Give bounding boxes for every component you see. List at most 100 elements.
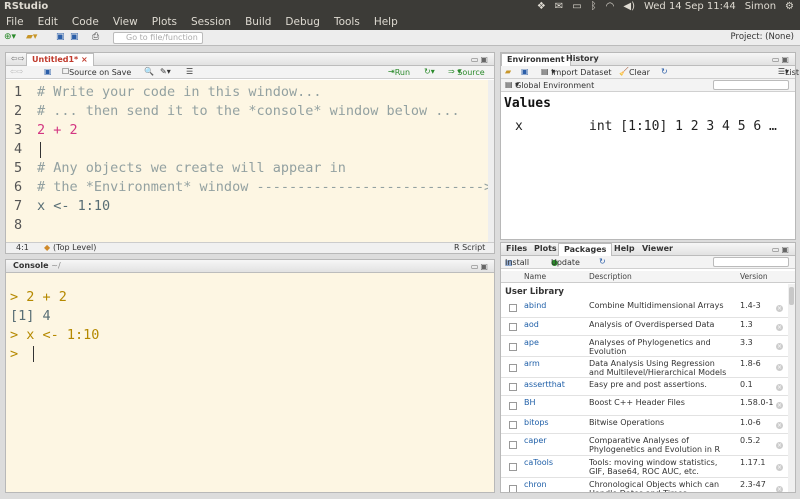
clear-button[interactable]: 🧹 Clear	[619, 67, 650, 77]
new-file-icon[interactable]: ⊕▾	[4, 32, 16, 44]
package-checkbox[interactable]	[509, 402, 517, 410]
wand-icon[interactable]: ✎▾	[160, 67, 171, 76]
remove-package-icon[interactable]: ×	[776, 442, 783, 449]
pane-window-buttons[interactable]: ▭▣	[471, 55, 490, 64]
open-file-icon[interactable]: ▰▾	[26, 32, 37, 44]
col-version[interactable]: Version	[740, 272, 768, 281]
clock[interactable]: Wed 14 Sep 11:44	[644, 1, 736, 12]
package-checkbox[interactable]	[509, 343, 517, 351]
code-editor[interactable]: 1 # Write your code in this window... 2 …	[6, 80, 492, 242]
menu-help[interactable]: Help	[374, 15, 398, 30]
package-checkbox[interactable]	[509, 383, 517, 391]
package-checkbox[interactable]	[509, 485, 517, 492]
package-name[interactable]: caTools	[524, 458, 553, 467]
rerun-icon[interactable]: ↻▾	[424, 67, 435, 76]
menu-session[interactable]: Session	[191, 15, 231, 30]
source-button[interactable]: ⇒ Source ▾	[448, 67, 485, 77]
gear-icon[interactable]: ⚙	[785, 1, 794, 12]
pane-window-buttons[interactable]: ▭▣	[772, 55, 791, 64]
package-name[interactable]: ape	[524, 338, 539, 347]
package-name[interactable]: caper	[524, 436, 547, 445]
pane-window-buttons[interactable]: ▭▣	[772, 245, 791, 254]
mail-icon[interactable]: ✉	[555, 1, 563, 12]
console-output[interactable]: > 2 + 2 [1] 4 > x <- 1:10 >	[6, 273, 494, 492]
tab-plots[interactable]: Plots	[529, 243, 562, 256]
remove-package-icon[interactable]: ×	[776, 324, 783, 331]
file-type-selector[interactable]: R Script	[454, 243, 485, 252]
tab-files[interactable]: Files	[501, 243, 532, 256]
scope-selector[interactable]: (Top Level)	[53, 243, 96, 252]
tab-packages[interactable]: Packages	[558, 243, 613, 256]
save-workspace-icon[interactable]: ▣	[521, 67, 529, 76]
menu-file[interactable]: File	[6, 15, 24, 30]
code-line[interactable]: # Write your code in this window...	[37, 84, 321, 100]
package-name[interactable]: aod	[524, 320, 539, 329]
menu-edit[interactable]: Edit	[38, 15, 58, 30]
package-name[interactable]: chron	[524, 480, 547, 489]
code-line[interactable]: # ... then send it to the *console* wind…	[37, 103, 460, 119]
env-search-input[interactable]	[713, 80, 789, 90]
wifi-icon[interactable]: ◠	[606, 1, 615, 12]
find-icon[interactable]: 🔍	[144, 67, 154, 76]
print-icon[interactable]: ⎙	[92, 32, 99, 44]
remove-package-icon[interactable]: ×	[776, 402, 783, 409]
package-checkbox[interactable]	[509, 323, 517, 331]
tab-untitled1[interactable]: Untitled1* ×	[26, 53, 94, 66]
remove-package-icon[interactable]: ×	[776, 343, 783, 350]
editor-scrollbar[interactable]	[488, 80, 494, 242]
import-dataset-button[interactable]: ▤ Import Dataset ▾	[541, 67, 612, 77]
list-view-button[interactable]: ☰ List ▾	[778, 67, 799, 77]
source-on-save-checkbox[interactable]: ☐ Source on Save	[62, 67, 131, 77]
code-line[interactable]: # the *Environment* window -------------…	[37, 179, 492, 195]
package-checkbox[interactable]	[509, 463, 517, 471]
refresh-icon[interactable]: ↻	[599, 257, 606, 266]
remove-package-icon[interactable]: ×	[776, 384, 783, 391]
package-checkbox[interactable]	[509, 441, 517, 449]
volume-icon[interactable]: ◀)	[623, 1, 635, 12]
variable-name[interactable]: x	[515, 119, 523, 134]
user-name[interactable]: Simon	[745, 1, 776, 12]
menu-debug[interactable]: Debug	[285, 15, 320, 30]
package-checkbox[interactable]	[509, 304, 517, 312]
package-name[interactable]: arm	[524, 359, 540, 368]
package-name[interactable]: bitops	[524, 418, 549, 427]
menu-view[interactable]: View	[113, 15, 138, 30]
refresh-icon[interactable]: ↻	[661, 67, 668, 76]
tab-viewer[interactable]: Viewer	[637, 243, 678, 256]
goto-file-input[interactable]: Go to file/function	[113, 32, 203, 44]
code-line[interactable]: # Any objects we create will appear in	[37, 160, 346, 176]
console-prompt[interactable]: >	[10, 346, 26, 362]
remove-package-icon[interactable]: ×	[776, 364, 783, 371]
package-name[interactable]: abind	[524, 301, 546, 310]
packages-search-input[interactable]	[713, 257, 789, 267]
package-checkbox[interactable]	[509, 421, 517, 429]
package-name[interactable]: assertthat	[524, 380, 565, 389]
dropbox-icon[interactable]: ❖	[537, 1, 546, 12]
battery-icon[interactable]: ▭	[572, 1, 581, 12]
outline-icon[interactable]: ☰	[186, 67, 193, 76]
package-name[interactable]: BH	[524, 398, 536, 407]
package-checkbox[interactable]	[509, 364, 517, 372]
remove-package-icon[interactable]: ×	[776, 464, 783, 471]
menu-plots[interactable]: Plots	[152, 15, 177, 30]
scope-dropdown[interactable]: ▤ Global Environment ▾	[505, 80, 594, 90]
menu-code[interactable]: Code	[72, 15, 99, 30]
col-name[interactable]: Name	[524, 272, 546, 281]
menu-build[interactable]: Build	[245, 15, 271, 30]
tab-help[interactable]: Help	[609, 243, 640, 256]
save-all-icon[interactable]: ▣	[70, 32, 79, 44]
menu-tools[interactable]: Tools	[334, 15, 360, 30]
pane-window-buttons[interactable]: ▭▣	[471, 262, 490, 271]
project-menu[interactable]: Project: (None)	[731, 32, 794, 42]
packages-scrollbar[interactable]	[788, 284, 795, 492]
save-icon[interactable]: ▣	[56, 32, 65, 44]
bluetooth-icon[interactable]: ᛒ	[591, 1, 597, 12]
run-button[interactable]: ⇥ Run	[388, 67, 410, 77]
col-description[interactable]: Description	[589, 272, 632, 281]
back-forward-icon[interactable]: ⇦⇨	[10, 67, 23, 76]
code-line[interactable]: x <- 1:10	[37, 198, 110, 214]
load-workspace-icon[interactable]: ▰	[505, 67, 511, 76]
remove-package-icon[interactable]: ×	[776, 422, 783, 429]
code-line[interactable]: 2 + 2	[37, 122, 78, 138]
remove-package-icon[interactable]: ×	[776, 305, 783, 312]
